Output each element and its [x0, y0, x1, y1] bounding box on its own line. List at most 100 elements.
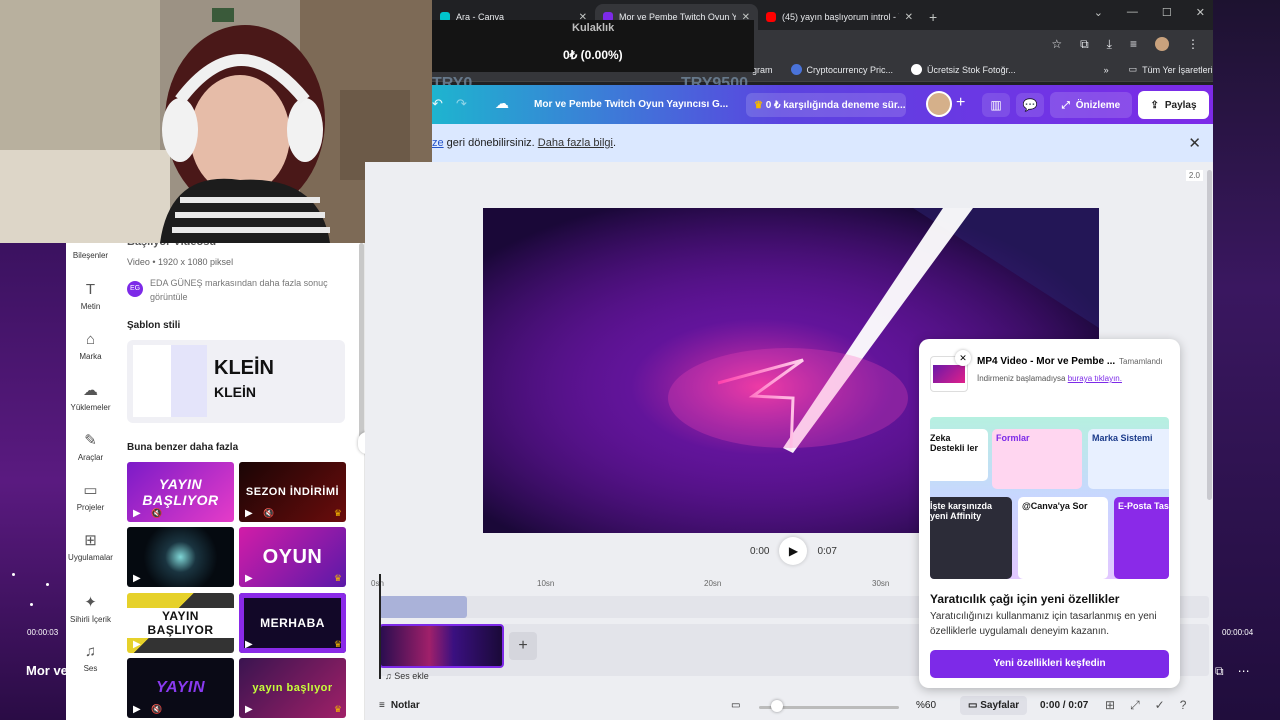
- analytics-icon[interactable]: ▥: [982, 93, 1010, 117]
- crown-icon: ♛: [333, 704, 342, 714]
- maximize-icon[interactable]: ☐: [1162, 6, 1172, 19]
- folder-icon: ▭: [83, 482, 98, 499]
- play-icon: ▶: [245, 639, 253, 650]
- pip-icon[interactable]: ⧉: [1215, 664, 1224, 679]
- timeline-tick: 30sn: [872, 579, 890, 588]
- download-icon[interactable]: ⤓: [1107, 37, 1112, 52]
- sidebar-item-audio[interactable]: ♫ Ses: [66, 643, 115, 673]
- bookmark-item[interactable]: gram: [752, 65, 773, 75]
- brand-link[interactable]: EDA GÜNEŞ markasından daha fazla sonuç g…: [150, 276, 350, 304]
- chevron-down-icon[interactable]: ⌄: [1094, 6, 1103, 19]
- add-page-button[interactable]: +: [509, 632, 537, 660]
- style-card[interactable]: KLEİN KLEİN: [127, 340, 345, 423]
- add-collaborator-icon[interactable]: +: [956, 94, 965, 112]
- help-icon[interactable]: ?: [1180, 698, 1187, 713]
- bookmark-item[interactable]: Cryptocurrency Pric...: [790, 64, 893, 75]
- stream-time-left: 00:00:03: [27, 628, 59, 637]
- download-hint: İndirmeniz başlamadıysa: [977, 374, 1068, 383]
- brand-avatar[interactable]: EG: [127, 281, 143, 297]
- style-font-body: KLEİN: [214, 384, 256, 400]
- sidebar-item-projects[interactable]: ▭ Projeler: [66, 481, 115, 512]
- canvas-scrollbar[interactable]: [1207, 170, 1212, 500]
- sidebar-item-uploads[interactable]: ☁ Yüklemeler: [66, 381, 115, 412]
- features-banner[interactable]: Zeka Destekli ler Formlar Marka Sistemi …: [930, 417, 1169, 579]
- sidebar-item-elements[interactable]: Bileşenler: [66, 251, 115, 260]
- template-thumb[interactable]: YAYIN BAŞLIYOR ▶ 🔇: [127, 462, 234, 522]
- preview-button[interactable]: ⤢ Önizleme: [1050, 92, 1132, 118]
- sidebar-item-text[interactable]: T Metin: [66, 281, 115, 311]
- sidebar-item-label: Sihirli İçerik: [70, 615, 111, 624]
- minimize-icon[interactable]: —: [1127, 6, 1138, 19]
- more-icon[interactable]: ⋯: [1238, 664, 1250, 679]
- banner-card: Formlar: [992, 429, 1082, 489]
- comment-icon[interactable]: 💬: [1016, 93, 1044, 117]
- new-tab-icon[interactable]: +: [929, 9, 937, 25]
- play-icon: ▶: [133, 639, 141, 650]
- zoom-slider-knob[interactable]: [771, 700, 783, 712]
- trial-button[interactable]: ♛ 0 ₺ karşılığında deneme sür...: [746, 93, 906, 117]
- close-icon[interactable]: ✕: [1188, 134, 1201, 152]
- banner-card: E-Posta Tas: [1114, 497, 1169, 579]
- extensions-icon[interactable]: ⧉: [1080, 37, 1089, 52]
- notice-end: .: [613, 137, 617, 149]
- undo-icon[interactable]: ↶: [432, 96, 443, 112]
- notes-button[interactable]: ≡ Notlar: [379, 700, 420, 711]
- redo-icon[interactable]: ↷: [456, 96, 467, 112]
- timeline-tick: 10sn: [537, 579, 555, 588]
- notice-text: geri dönebilirsiniz.: [443, 137, 538, 149]
- sidebar-item-brand[interactable]: ⌂ Marka: [66, 331, 115, 361]
- template-thumb[interactable]: OYUN ▶ ♛: [239, 527, 346, 587]
- close-icon[interactable]: ✕: [955, 350, 971, 366]
- add-audio-button[interactable]: ♫ Ses ekle: [385, 671, 429, 681]
- kebab-menu-icon[interactable]: ⋮: [1187, 37, 1199, 51]
- learn-more-link[interactable]: Daha fazla bilgi: [538, 137, 613, 149]
- sidebar-item-apps[interactable]: ⊞ Uygulamalar: [66, 531, 115, 562]
- panel-scrollbar[interactable]: [359, 243, 364, 443]
- notice-link-fragment[interactable]: ze: [432, 137, 444, 149]
- color-swatch: [171, 345, 207, 417]
- notice-bar: ze geri dönebilirsiniz. Daha fazla bilgi…: [432, 124, 1213, 162]
- cloud-save-icon[interactable]: ☁: [495, 95, 509, 112]
- template-thumb[interactable]: YAYIN ▶ 🔇: [127, 658, 234, 718]
- thumb-title: yayın başlıyor: [252, 682, 333, 694]
- overlay-value: 0₺ (0.00%): [563, 48, 623, 62]
- play-button[interactable]: ▶: [779, 537, 808, 565]
- template-thumb[interactable]: ▶: [127, 527, 234, 587]
- pages-button[interactable]: ▭ Sayfalar: [960, 696, 1028, 715]
- bookmark-star-icon[interactable]: ☆: [1051, 37, 1062, 51]
- sidebar-item-label: Uygulamalar: [68, 553, 113, 562]
- download-retry-link[interactable]: buraya tıklayın.: [1068, 374, 1122, 383]
- sidebar-item-magic[interactable]: ✦ Sihirli İçerik: [66, 593, 115, 624]
- fullscreen-icon[interactable]: ⤢: [1130, 698, 1140, 713]
- zoom-value[interactable]: %60: [916, 700, 936, 711]
- crown-icon: ♛: [333, 573, 342, 583]
- template-thumb[interactable]: MERHABA ▶ ♛: [239, 593, 346, 653]
- sidebar-item-tools[interactable]: ✎ Araçlar: [66, 431, 115, 462]
- grid-view-icon[interactable]: ⊞: [1105, 698, 1115, 713]
- template-thumb[interactable]: yayın başlıyor ▶ ♛: [239, 658, 346, 718]
- page-zoom-tag: 2.0: [1185, 170, 1203, 181]
- bookmark-label: Tüm Yer İşaretleri: [1142, 64, 1213, 75]
- canva-header: ↶ ↷ ☁ Mor ve Pembe Twitch Oyun Yayıncısı…: [432, 85, 1213, 124]
- avatar[interactable]: [926, 91, 952, 117]
- brand-icon: ⌂: [85, 331, 96, 348]
- template-thumb[interactable]: YAYIN BAŞLIYOR ▶: [127, 593, 234, 653]
- bookmark-item[interactable]: Ücretsiz Stok Fotoğr...: [911, 64, 1016, 75]
- stream-title-left: Mor ve: [26, 663, 66, 678]
- close-tab-icon[interactable]: ✕: [905, 12, 913, 23]
- playhead[interactable]: [379, 574, 381, 679]
- template-thumb[interactable]: SEZON İNDİRİMİ ▶ 🔇 ♛: [239, 462, 346, 522]
- share-button[interactable]: ⇪ Paylaş: [1138, 91, 1209, 119]
- check-circle-icon[interactable]: ✓: [1155, 698, 1165, 713]
- playlist-icon[interactable]: ≡: [1130, 37, 1137, 51]
- close-window-icon[interactable]: ✕: [1196, 6, 1205, 19]
- document-title[interactable]: Mor ve Pembe Twitch Oyun Yayıncısı G...: [534, 99, 728, 110]
- sidebar-item-label: Marka: [79, 352, 102, 361]
- profile-avatar[interactable]: [1155, 37, 1169, 51]
- video-clip[interactable]: [379, 624, 504, 668]
- star-dot: [30, 603, 33, 606]
- browser-tab[interactable]: (45) yayın başlıyorum introl - Yo ✕: [758, 4, 921, 30]
- all-bookmarks[interactable]: » ▭ Tüm Yer İşaretleri: [1104, 64, 1213, 75]
- timeline-view-icon[interactable]: ▭: [731, 700, 740, 711]
- explore-features-button[interactable]: Yeni özellikleri keşfedin: [930, 650, 1169, 678]
